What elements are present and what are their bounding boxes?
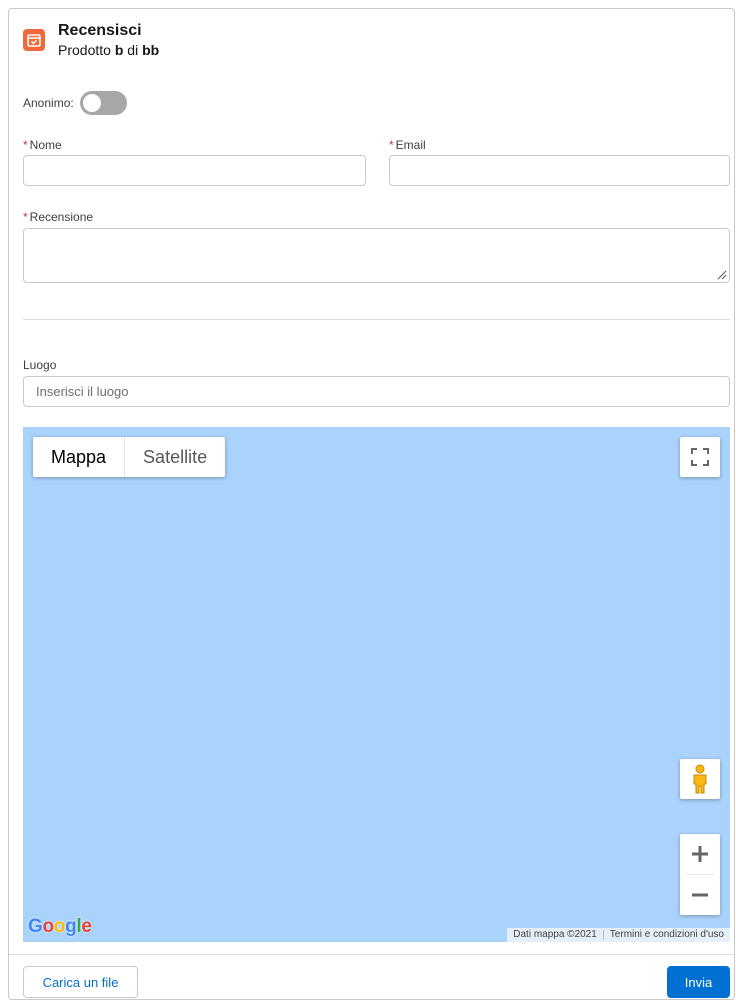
map-attribution: Dati mappa ©2021 Termini e condizioni d'…: [507, 928, 730, 942]
google-logo: Google: [28, 916, 92, 938]
page-subtitle: Prodotto b di bb: [58, 41, 159, 59]
google-logo-letter: o: [42, 916, 54, 937]
map-data-attribution: Dati mappa ©2021: [513, 929, 597, 940]
google-logo-letter: G: [28, 916, 43, 937]
required-mark: *: [23, 138, 28, 152]
map-type-satellite-button[interactable]: Satellite: [125, 437, 225, 477]
review-card: Recensisci Prodotto b di bb Anonimo: * No…: [8, 8, 735, 1000]
zoom-in-icon[interactable]: [691, 845, 709, 863]
email-input[interactable]: [389, 155, 730, 186]
page-title: Recensisci: [58, 22, 142, 39]
review-label-text: Recensione: [29, 210, 94, 224]
location-input[interactable]: [23, 376, 730, 407]
email-label: * Email: [389, 138, 426, 152]
street-view-button[interactable]: [680, 759, 720, 799]
upload-file-button[interactable]: Carica un file: [23, 966, 138, 998]
review-textarea[interactable]: [23, 228, 730, 283]
subtitle-mid: di: [123, 42, 143, 58]
review-label: * Recensione: [23, 210, 93, 224]
resize-grip-icon[interactable]: [717, 270, 727, 280]
zoom-control: [680, 834, 720, 915]
google-logo-letter: o: [53, 916, 66, 937]
map-type-control: Mappa Satellite: [33, 437, 226, 477]
google-logo-letter: e: [81, 916, 92, 937]
subtitle-prefix: Prodotto: [58, 42, 115, 58]
email-label-text: Email: [395, 138, 426, 152]
google-logo-letter: g: [65, 916, 77, 937]
required-mark: *: [389, 138, 394, 152]
location-label: Luogo: [23, 358, 57, 372]
toggle-knob: [82, 94, 101, 112]
vendor-name: bb: [142, 42, 160, 58]
anonymous-label: Anonimo:: [23, 96, 74, 110]
name-label: * Nome: [23, 138, 62, 152]
footer-divider: [9, 954, 734, 955]
submit-button[interactable]: Invia: [667, 966, 730, 998]
section-divider: [23, 319, 730, 320]
calendar-check-icon: [23, 29, 45, 51]
zoom-separator: [686, 874, 714, 875]
fullscreen-icon: [691, 448, 709, 466]
map-canvas[interactable]: Mappa Satellite Google Dati mappa ©2021 …: [23, 427, 730, 942]
fullscreen-button[interactable]: [680, 437, 720, 477]
map-type-map-button[interactable]: Mappa: [33, 437, 126, 477]
zoom-out-icon[interactable]: [691, 886, 709, 904]
anonymous-row: Anonimo:: [23, 91, 127, 115]
card-header: Recensisci Prodotto b di bb: [23, 21, 159, 59]
name-input[interactable]: [23, 155, 366, 186]
required-mark: *: [23, 210, 28, 224]
name-label-text: Nome: [29, 138, 62, 152]
pegman-icon: [693, 764, 707, 794]
anonymous-toggle[interactable]: [79, 91, 127, 115]
terms-link[interactable]: Termini e condizioni d'uso: [604, 928, 730, 942]
